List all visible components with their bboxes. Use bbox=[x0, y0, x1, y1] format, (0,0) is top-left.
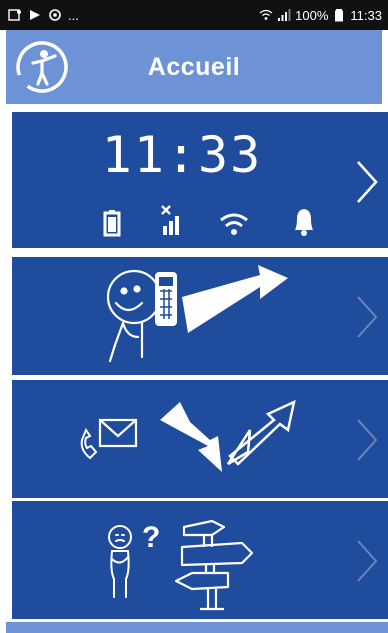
status-left: ... bbox=[8, 8, 79, 23]
menu-item-messages[interactable] bbox=[12, 380, 388, 498]
clock-panel[interactable]: 11:33 bbox=[12, 112, 388, 248]
battery-status-icon bbox=[335, 9, 344, 22]
chevron-right-icon[interactable] bbox=[354, 416, 380, 464]
chevron-right-icon[interactable] bbox=[354, 537, 380, 585]
status-right: 100% 11:33 bbox=[259, 8, 382, 23]
sync-notification-icon bbox=[49, 9, 61, 21]
accessibility-person-icon[interactable] bbox=[14, 39, 70, 95]
page-title: Accueil bbox=[147, 52, 241, 81]
chevron-right-icon[interactable] bbox=[354, 158, 380, 206]
question-mark-icon: ? bbox=[142, 521, 160, 554]
clock-time: 11:33 bbox=[101, 126, 263, 184]
play-notification-icon bbox=[30, 10, 40, 20]
bottom-bar bbox=[6, 622, 388, 633]
screen-notification-icon bbox=[8, 9, 21, 21]
signal-status-icon bbox=[278, 9, 291, 21]
app-header: Accueil bbox=[6, 30, 382, 104]
wifi-status-icon bbox=[259, 9, 273, 20]
chevron-right-icon[interactable] bbox=[354, 293, 380, 341]
phone-envelope-arrows-icon bbox=[80, 399, 296, 472]
menu-item-help[interactable]: ? bbox=[12, 501, 388, 619]
status-time: 11:33 bbox=[350, 7, 382, 23]
status-bar: ... 100% 11:33 bbox=[0, 0, 388, 30]
notifications-overflow: ... bbox=[68, 7, 79, 23]
person-phone-arrow-icon bbox=[106, 265, 288, 363]
confused-person-signpost-icon: ? bbox=[108, 519, 254, 611]
battery-percent: 100% bbox=[295, 7, 329, 23]
wifi-icon bbox=[220, 213, 248, 235]
no-signal-icon bbox=[161, 205, 179, 235]
menu-item-call[interactable] bbox=[12, 257, 388, 375]
status-indicators bbox=[103, 205, 313, 237]
bell-icon bbox=[295, 209, 313, 236]
battery-icon bbox=[103, 210, 121, 237]
